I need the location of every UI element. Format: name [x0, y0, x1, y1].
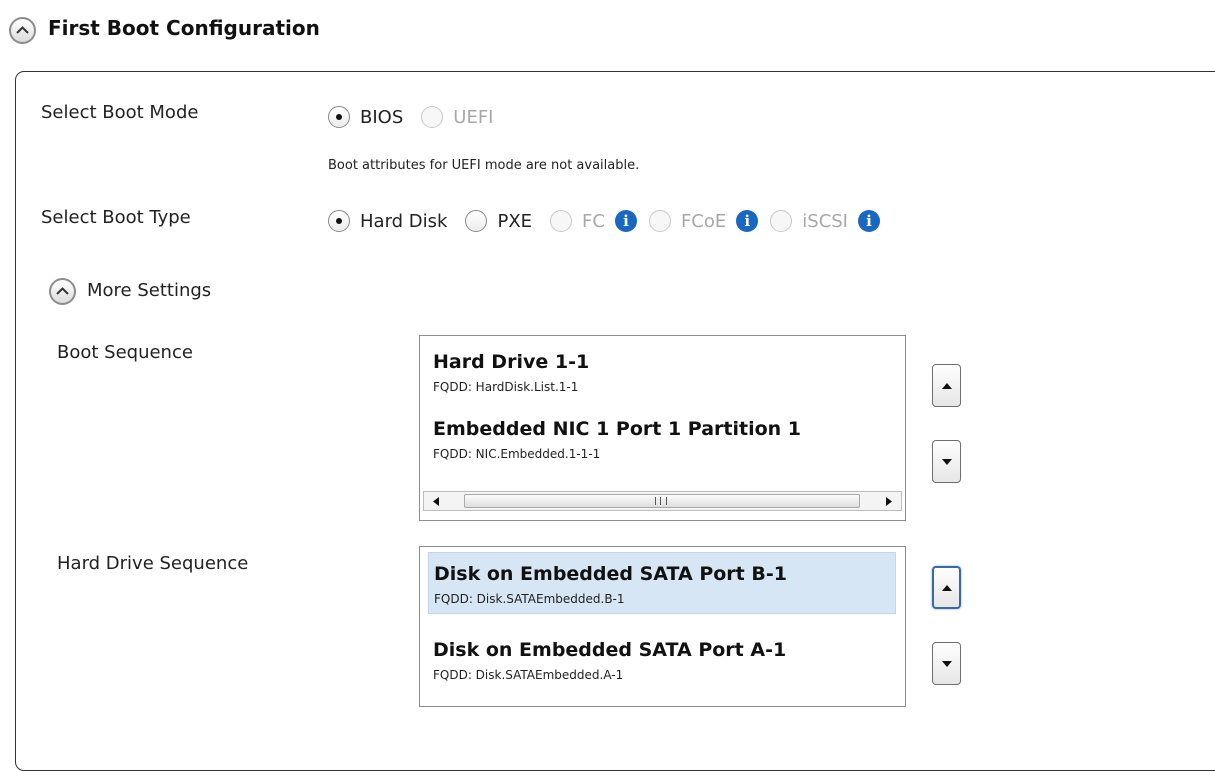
radio-pxe[interactable] [465, 210, 488, 232]
radio-fc-label: FC [582, 210, 605, 232]
boot-sequence-label: Boot Sequence [57, 342, 193, 363]
section-title: First Boot Configuration [48, 16, 320, 40]
chevron-up-icon [56, 287, 69, 295]
hard-drive-sequence-label: Hard Drive Sequence [57, 553, 249, 574]
arrow-right-icon [886, 496, 892, 506]
arrow-up-icon [941, 382, 952, 389]
grip-icon [655, 497, 667, 505]
list-item-selected[interactable]: Disk on Embedded SATA Port B-1 FQDD: Dis… [428, 552, 896, 614]
radio-fcoe [648, 210, 671, 232]
item-name: Disk on Embedded SATA Port A-1 [433, 639, 787, 661]
chevron-up-icon [16, 26, 29, 34]
boot-sequence-move-down-button[interactable] [932, 440, 961, 483]
scroll-right-button[interactable] [879, 492, 899, 510]
horizontal-scrollbar[interactable] [423, 491, 902, 511]
boot-type-label: Select Boot Type [41, 207, 191, 228]
radio-uefi-label: UEFI [453, 106, 494, 128]
more-settings-toggle[interactable] [49, 278, 76, 305]
arrow-up-icon [941, 584, 952, 591]
radio-uefi [421, 106, 444, 128]
radio-pxe-label[interactable]: PXE [497, 211, 532, 232]
hard-drive-move-down-button[interactable] [932, 642, 961, 685]
list-item[interactable]: Disk on Embedded SATA Port A-1 FQDD: Dis… [428, 629, 896, 691]
item-fqdd: FQDD: Disk.SATAEmbedded.A-1 [433, 668, 624, 682]
boot-type-group: Hard Disk PXE FC i FCoE i iSCSI i [328, 206, 892, 236]
more-settings-label[interactable]: More Settings [87, 280, 211, 301]
item-name: Hard Drive 1-1 [433, 351, 590, 373]
fc-info-icon[interactable]: i [614, 210, 637, 232]
item-name: Embedded NIC 1 Port 1 Partition 1 [433, 418, 802, 440]
arrow-left-icon [433, 496, 439, 506]
scroll-left-button[interactable] [426, 492, 446, 510]
radio-bios[interactable] [328, 106, 350, 128]
radio-hard-disk[interactable] [328, 210, 350, 232]
arrow-down-icon [941, 458, 952, 465]
arrow-down-icon [941, 660, 952, 667]
item-fqdd: FQDD: Disk.SATAEmbedded.B-1 [434, 592, 625, 606]
radio-iscsi-label: iSCSI [802, 210, 848, 232]
boot-sequence-list[interactable]: Hard Drive 1-1 FQDD: HardDisk.List.1-1 E… [419, 335, 906, 521]
scrollbar-thumb[interactable] [464, 494, 860, 508]
boot-mode-label: Select Boot Mode [41, 102, 199, 123]
item-fqdd: FQDD: HardDisk.List.1-1 [433, 380, 579, 394]
item-fqdd: FQDD: NIC.Embedded.1-1-1 [433, 447, 601, 461]
radio-hard-disk-label[interactable]: Hard Disk [360, 211, 447, 232]
uefi-note: Boot attributes for UEFI mode are not av… [328, 158, 640, 173]
boot-sequence-move-up-button[interactable] [932, 364, 961, 407]
hard-drive-move-up-button[interactable] [932, 566, 961, 609]
radio-iscsi [770, 210, 793, 232]
radio-fc [550, 210, 573, 232]
radio-fcoe-label: FCoE [680, 210, 727, 232]
collapse-section-button[interactable] [9, 17, 36, 44]
radio-bios-label[interactable]: BIOS [360, 107, 403, 128]
list-item[interactable]: Hard Drive 1-1 FQDD: HardDisk.List.1-1 [428, 341, 896, 403]
list-item[interactable]: Embedded NIC 1 Port 1 Partition 1 FQDD: … [428, 408, 896, 470]
boot-mode-group: BIOS UEFI [328, 102, 511, 132]
fcoe-info-icon[interactable]: i [736, 210, 759, 232]
hard-drive-sequence-list[interactable]: Disk on Embedded SATA Port B-1 FQDD: Dis… [419, 546, 906, 707]
iscsi-info-icon[interactable]: i [858, 210, 880, 232]
item-name: Disk on Embedded SATA Port B-1 [434, 563, 787, 585]
